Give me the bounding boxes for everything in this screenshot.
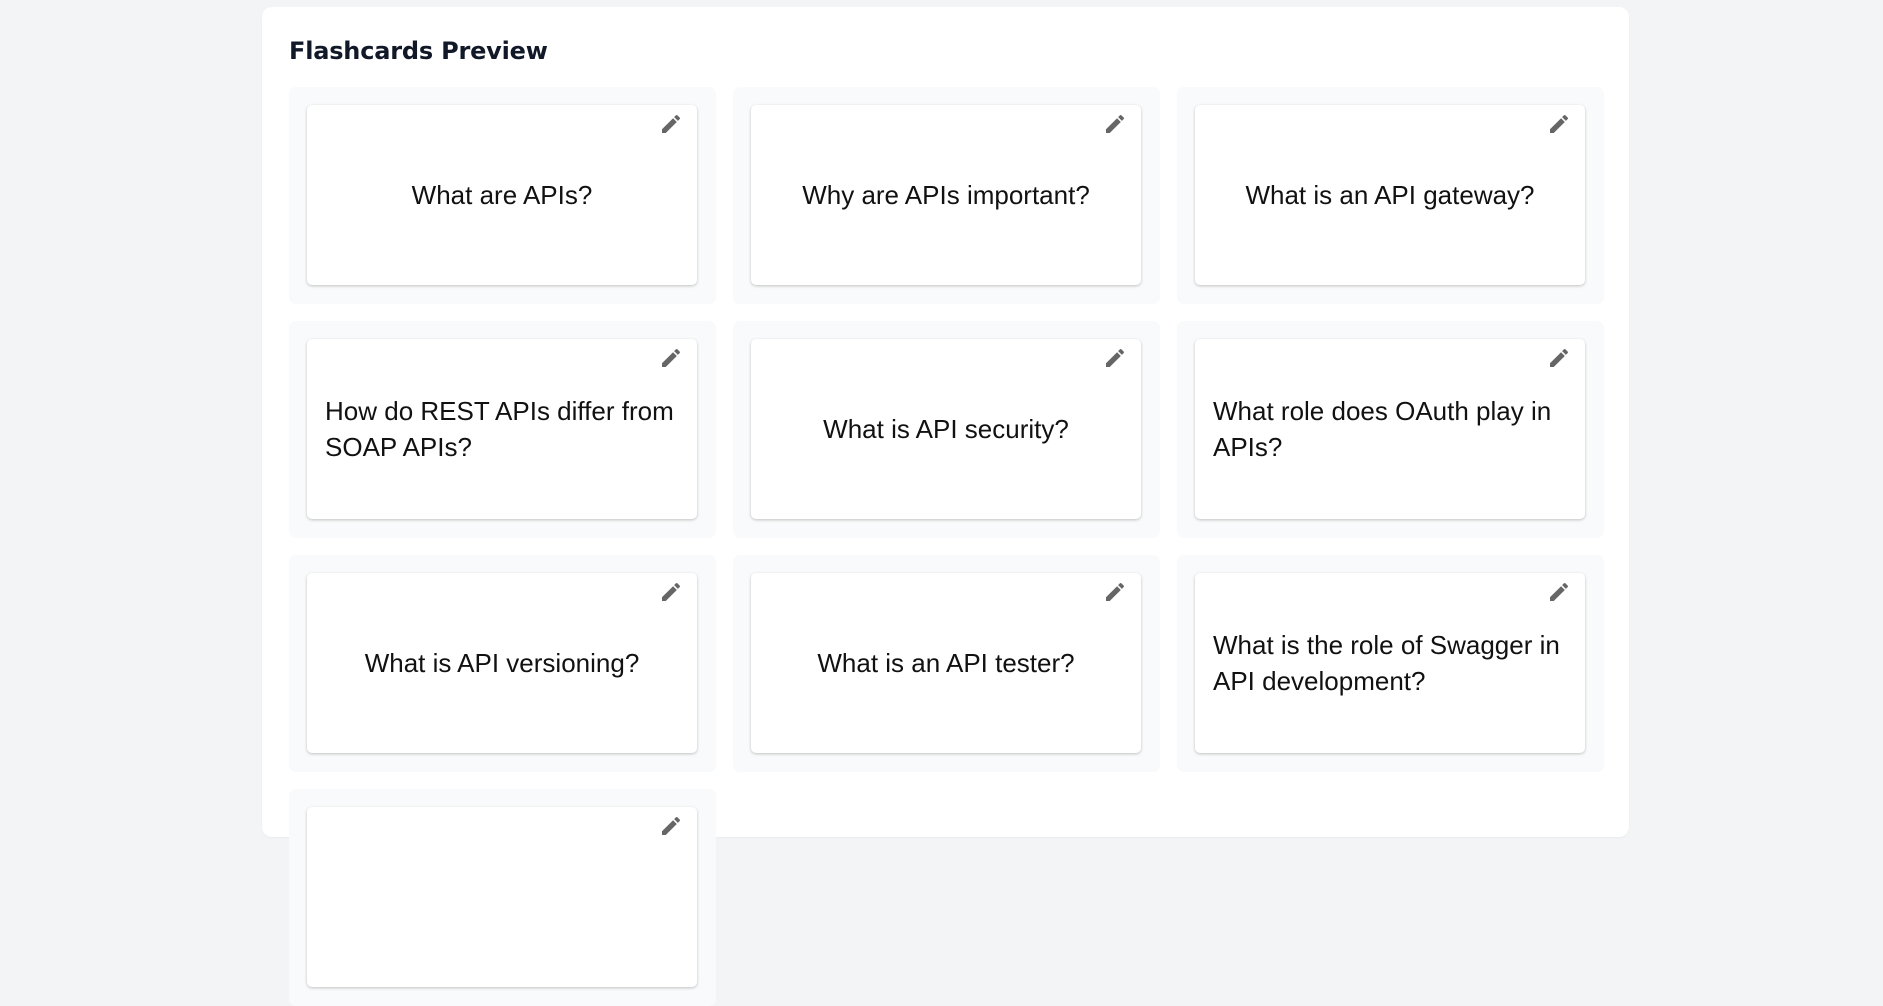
flashcard[interactable]: What role does OAuth play in APIs? [1195, 339, 1585, 519]
flashcard[interactable]: What are APIs? [307, 105, 697, 285]
pencil-icon [1106, 348, 1125, 367]
flashcard[interactable]: What is an API gateway? [1195, 105, 1585, 285]
flashcard-question: How do REST APIs differ from SOAP APIs? [325, 396, 674, 462]
flashcard[interactable]: How do REST APIs differ from SOAP APIs? [307, 339, 697, 519]
edit-button[interactable] [1100, 343, 1130, 373]
edit-button[interactable] [1100, 109, 1130, 139]
flashcard[interactable]: What is an API tester? [751, 573, 1141, 753]
edit-button[interactable] [656, 577, 686, 607]
flashcard-slot: What is API versioning? [289, 555, 716, 772]
pencil-icon [1106, 582, 1125, 601]
flashcard-question: What is an API tester? [817, 648, 1075, 678]
flashcard-question: What is API security? [823, 414, 1069, 444]
flashcard-question: What role does OAuth play in APIs? [1213, 396, 1552, 462]
flashcard-slot: What is an API gateway? [1177, 87, 1604, 304]
flashcard[interactable]: What is the role of Swagger in API devel… [1195, 573, 1585, 753]
edit-button[interactable] [1100, 577, 1130, 607]
flashcard[interactable]: What is API security? [751, 339, 1141, 519]
edit-button[interactable] [656, 109, 686, 139]
edit-button[interactable] [656, 343, 686, 373]
edit-button[interactable] [1544, 343, 1574, 373]
pencil-icon [1550, 114, 1569, 133]
edit-button[interactable] [1544, 109, 1574, 139]
flashcard-slot: What is an API tester? [733, 555, 1160, 772]
pencil-icon [662, 816, 681, 835]
flashcard-question: What is the role of Swagger in API devel… [1213, 630, 1560, 696]
flashcard-question: What is an API gateway? [1245, 180, 1535, 210]
panel-title: Flashcards Preview [289, 37, 548, 65]
flashcard-question: Why are APIs important? [802, 180, 1090, 210]
flashcard-question: What is API versioning? [364, 648, 640, 678]
flashcard[interactable] [307, 807, 697, 987]
flashcard-question: What are APIs? [411, 180, 593, 210]
pencil-icon [1550, 348, 1569, 367]
flashcard-slot: What is the role of Swagger in API devel… [1177, 555, 1604, 772]
pencil-icon [662, 348, 681, 367]
pencil-icon [1106, 114, 1125, 133]
pencil-icon [662, 582, 681, 601]
flashcard-slot: What role does OAuth play in APIs? [1177, 321, 1604, 538]
flashcard-slot: What is API security? [733, 321, 1160, 538]
edit-button[interactable] [656, 811, 686, 841]
flashcard-slot: What are APIs? [289, 87, 716, 304]
flashcards-grid: What are APIs? Why are APIs important? W… [289, 87, 1604, 1006]
flashcards-preview-panel: Flashcards Preview What are APIs? Why ar… [262, 7, 1629, 1006]
flashcard-slot [289, 789, 716, 1006]
pencil-icon [1550, 582, 1569, 601]
flashcard-slot: How do REST APIs differ from SOAP APIs? [289, 321, 716, 538]
edit-button[interactable] [1544, 577, 1574, 607]
flashcard[interactable]: What is API versioning? [307, 573, 697, 753]
flashcard-slot: Why are APIs important? [733, 87, 1160, 304]
flashcard[interactable]: Why are APIs important? [751, 105, 1141, 285]
pencil-icon [662, 114, 681, 133]
